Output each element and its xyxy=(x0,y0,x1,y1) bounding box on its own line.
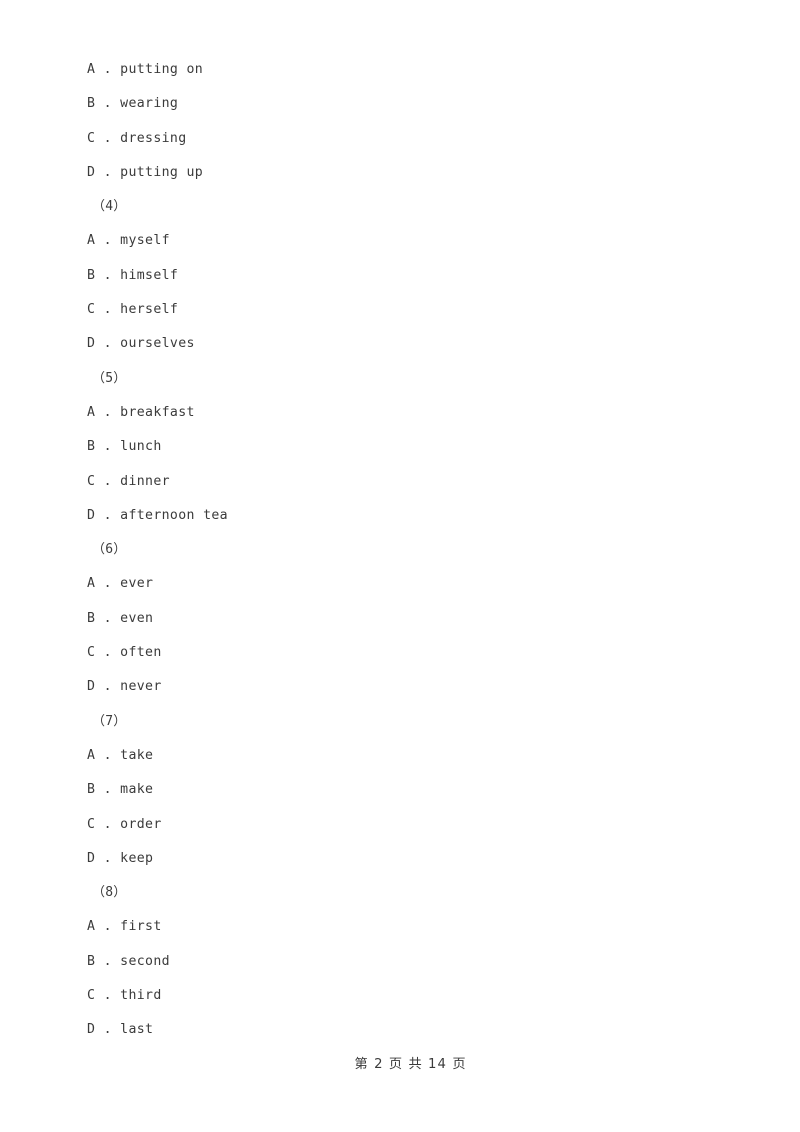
answer-option[interactable]: A . breakfast xyxy=(87,396,707,430)
option-separator: . xyxy=(95,164,121,180)
option-separator: . xyxy=(95,919,121,935)
answer-option[interactable]: A . ever xyxy=(87,567,707,601)
answer-option[interactable]: C . herself xyxy=(87,293,707,327)
document-page: A . putting on B . wearing C . dressing D .… xyxy=(0,0,800,1132)
option-separator: . xyxy=(95,267,121,283)
option-text: putting up xyxy=(120,164,204,180)
option-separator: . xyxy=(95,130,121,146)
option-text: order xyxy=(120,816,162,832)
option-separator: . xyxy=(95,62,121,77)
answer-option[interactable]: D . afternoon tea xyxy=(87,499,707,533)
question-number: （4） xyxy=(92,199,127,215)
option-separator: . xyxy=(95,679,121,695)
option-separator: . xyxy=(95,747,121,763)
answer-option[interactable]: C . order xyxy=(87,808,707,842)
answer-option[interactable]: A . myself xyxy=(87,224,707,258)
answer-option[interactable]: D . never xyxy=(87,670,707,704)
option-text: often xyxy=(120,645,162,661)
option-separator: . xyxy=(95,233,121,249)
option-text: himself xyxy=(120,267,179,283)
option-text: breakfast xyxy=(120,404,195,420)
answer-option[interactable]: C . dinner xyxy=(87,465,707,499)
question-number: （5） xyxy=(92,370,127,386)
option-text: dinner xyxy=(120,473,170,489)
option-text: even xyxy=(120,610,154,626)
answer-option[interactable]: B . make xyxy=(87,773,707,807)
answer-option[interactable]: A . first xyxy=(87,910,707,944)
question-options-list: A . putting on B . wearing C . dressing D .… xyxy=(87,53,707,1048)
page-footer: 第 2 页 共 14 页 xyxy=(0,1032,800,1098)
option-separator: . xyxy=(95,816,121,832)
option-text: never xyxy=(120,679,162,695)
answer-option[interactable]: B . lunch xyxy=(87,430,707,464)
option-separator: . xyxy=(95,953,121,969)
option-separator: . xyxy=(95,988,121,1004)
option-separator: . xyxy=(95,645,121,661)
answer-option[interactable]: D . keep xyxy=(87,842,707,876)
option-text: lunch xyxy=(120,439,162,455)
option-separator: . xyxy=(95,610,121,626)
option-text: make xyxy=(120,782,154,798)
option-text: myself xyxy=(120,233,170,249)
option-text: second xyxy=(120,953,170,969)
question-number: （8） xyxy=(92,885,127,901)
option-text: first xyxy=(120,919,162,935)
option-text: third xyxy=(120,988,162,1004)
option-separator: . xyxy=(95,302,121,318)
question-number: （6） xyxy=(92,542,127,558)
option-text: ourselves xyxy=(120,336,195,352)
option-text: putting on xyxy=(120,62,204,77)
question-number: （7） xyxy=(92,713,127,729)
option-text: keep xyxy=(120,850,154,866)
answer-option[interactable]: B . wearing xyxy=(87,87,707,121)
option-separator: . xyxy=(95,439,121,455)
option-text: wearing xyxy=(120,96,179,112)
option-separator: . xyxy=(95,96,121,112)
answer-option[interactable]: A . take xyxy=(87,739,707,773)
answer-option[interactable]: B . himself xyxy=(87,259,707,293)
option-text: ever xyxy=(120,576,154,592)
option-text: take xyxy=(120,747,154,763)
answer-option[interactable]: D . ourselves xyxy=(87,327,707,361)
answer-option[interactable]: B . even xyxy=(87,602,707,636)
option-separator: . xyxy=(95,576,121,592)
option-separator: . xyxy=(95,473,121,489)
option-separator: . xyxy=(95,850,121,866)
option-separator: . xyxy=(95,782,121,798)
option-text: herself xyxy=(120,302,179,318)
option-text: dressing xyxy=(120,130,187,146)
option-separator: . xyxy=(95,507,121,523)
option-separator: . xyxy=(95,404,121,420)
option-text: afternoon tea xyxy=(120,507,228,523)
answer-option[interactable]: C . dressing xyxy=(87,122,707,156)
footer-page-indicator: 第 2 页 共 14 页 xyxy=(354,1057,467,1072)
answer-option[interactable]: D . putting up xyxy=(87,156,707,190)
answer-option[interactable]: C . third xyxy=(87,979,707,1013)
answer-option[interactable]: A . putting on xyxy=(87,53,707,87)
answer-option[interactable]: B . second xyxy=(87,945,707,979)
option-separator: . xyxy=(95,336,121,352)
answer-option[interactable]: C . often xyxy=(87,636,707,670)
